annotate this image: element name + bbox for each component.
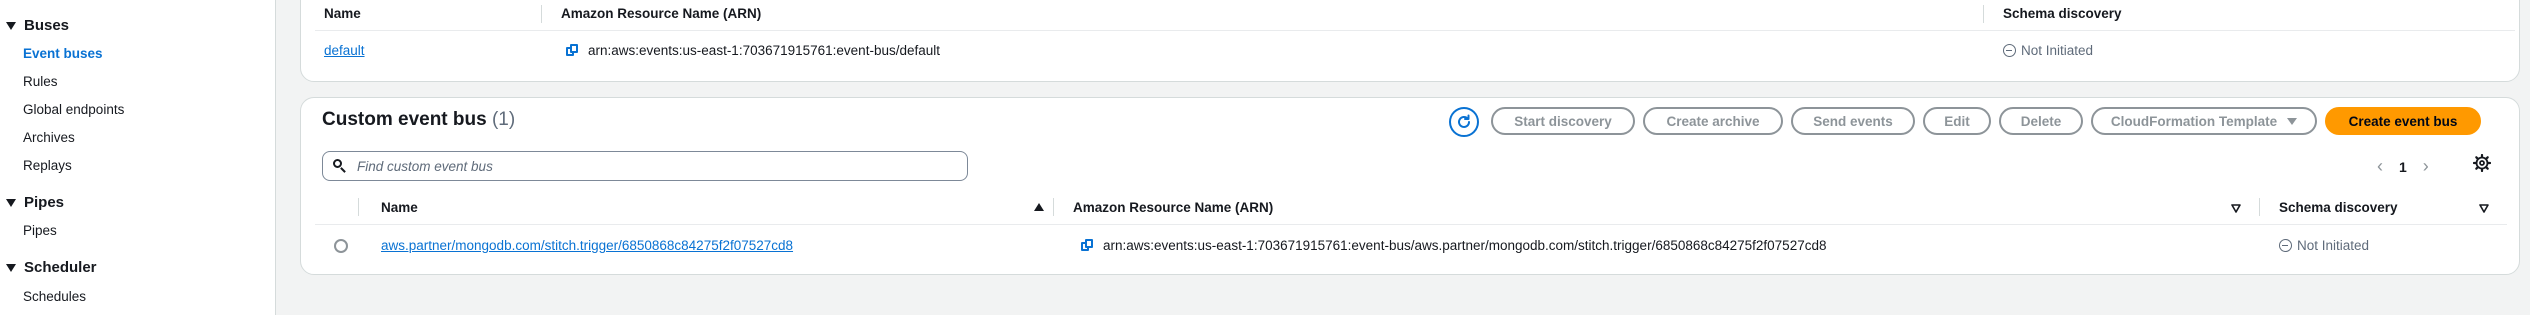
pagination: ‹ 1 › bbox=[2377, 156, 2429, 177]
arn-value: arn:aws:events:us-east-1:703671915761:ev… bbox=[588, 43, 940, 58]
column-divider bbox=[541, 5, 542, 23]
column-divider bbox=[1983, 5, 1984, 23]
column-header-schema[interactable]: Schema discovery bbox=[2279, 200, 2398, 215]
dropdown-triangle-icon bbox=[2287, 117, 2298, 125]
search-input-wrapper bbox=[322, 151, 968, 181]
sort-filter-icon[interactable] bbox=[2479, 204, 2489, 213]
section-label: Scheduler bbox=[24, 259, 97, 276]
sidebar-item-archives[interactable]: Archives bbox=[23, 130, 75, 145]
table-row: aws.partner/mongodb.com/stitch.trigger/6… bbox=[381, 238, 793, 253]
chevron-right-icon[interactable]: › bbox=[2423, 156, 2429, 177]
caret-down-icon bbox=[6, 263, 16, 272]
schema-status: Not Initiated bbox=[2003, 43, 2093, 58]
sort-ascending-icon[interactable] bbox=[1034, 203, 1044, 211]
section-pipes[interactable]: Pipes bbox=[6, 194, 64, 211]
row-select-radio[interactable] bbox=[334, 239, 348, 253]
side-navigation: Buses Event buses Rules Global endpoints… bbox=[0, 0, 276, 315]
table-row: default bbox=[324, 43, 365, 58]
arn-cell: arn:aws:events:us-east-1:703671915761:ev… bbox=[1081, 238, 1826, 253]
settings-gear-icon bbox=[2472, 153, 2492, 173]
panel-title-text: Custom event bus bbox=[322, 109, 487, 130]
section-label: Pipes bbox=[24, 194, 65, 211]
default-event-bus-panel: Name Amazon Resource Name (ARN) Schema d… bbox=[300, 0, 2520, 82]
refresh-icon bbox=[1458, 114, 1470, 128]
edit-button[interactable]: Edit bbox=[1923, 107, 1991, 135]
create-archive-button[interactable]: Create archive bbox=[1643, 107, 1783, 135]
custom-event-bus-panel: Custom event bus (1) Start discovery Cre… bbox=[300, 97, 2520, 275]
event-bus-name-link[interactable]: default bbox=[324, 43, 365, 58]
arn-value: arn:aws:events:us-east-1:703671915761:ev… bbox=[1103, 238, 1827, 253]
column-divider bbox=[358, 198, 359, 216]
sidebar-item-global-endpoints[interactable]: Global endpoints bbox=[23, 102, 124, 117]
status-not-initiated-icon bbox=[2279, 239, 2292, 252]
sidebar-item-pipes[interactable]: Pipes bbox=[23, 223, 57, 238]
header-divider bbox=[315, 224, 2507, 225]
event-bus-name-link[interactable]: aws.partner/mongodb.com/stitch.trigger/6… bbox=[381, 238, 793, 253]
sidebar-item-rules[interactable]: Rules bbox=[23, 74, 58, 89]
search-input[interactable] bbox=[355, 157, 939, 175]
copy-icon[interactable] bbox=[566, 44, 578, 57]
create-event-bus-button[interactable]: Create event bus bbox=[2325, 107, 2481, 135]
sort-filter-icon[interactable] bbox=[2231, 204, 2241, 213]
column-divider bbox=[2259, 198, 2260, 216]
panel-count: (1) bbox=[491, 109, 516, 130]
sidebar-item-event-buses[interactable]: Event buses bbox=[23, 46, 103, 61]
send-events-button[interactable]: Send events bbox=[1791, 107, 1915, 135]
column-divider bbox=[1053, 198, 1054, 216]
column-header-arn[interactable]: Amazon Resource Name (ARN) bbox=[1073, 200, 1273, 215]
page-number[interactable]: 1 bbox=[2399, 159, 2407, 175]
delete-button[interactable]: Delete bbox=[1999, 107, 2083, 135]
sidebar-item-schedules[interactable]: Schedules bbox=[23, 289, 86, 304]
schema-status-text: Not Initiated bbox=[2297, 238, 2370, 253]
section-buses[interactable]: Buses bbox=[6, 17, 69, 34]
schema-status: Not Initiated bbox=[2279, 238, 2369, 253]
arn-cell: arn:aws:events:us-east-1:703671915761:ev… bbox=[566, 43, 940, 58]
panel-title: Custom event bus (1) bbox=[322, 109, 515, 131]
column-header-arn: Amazon Resource Name (ARN) bbox=[561, 6, 762, 21]
cloudformation-template-dropdown[interactable]: CloudFormation Template bbox=[2091, 107, 2317, 135]
column-header-name[interactable]: Name bbox=[381, 200, 418, 215]
status-not-initiated-icon bbox=[2003, 44, 2016, 57]
start-discovery-button[interactable]: Start discovery bbox=[1491, 107, 1635, 135]
column-header-schema: Schema discovery bbox=[2003, 6, 2122, 21]
schema-status-text: Not Initiated bbox=[2021, 43, 2094, 58]
copy-icon[interactable] bbox=[1081, 239, 1093, 252]
column-header-name: Name bbox=[324, 6, 361, 21]
caret-down-icon bbox=[6, 21, 16, 30]
section-label: Buses bbox=[24, 17, 70, 34]
refresh-button[interactable] bbox=[1449, 107, 1479, 137]
section-scheduler[interactable]: Scheduler bbox=[6, 259, 97, 276]
settings-button[interactable] bbox=[2472, 153, 2492, 175]
caret-down-icon bbox=[6, 198, 16, 207]
dropdown-label: CloudFormation Template bbox=[2110, 113, 2278, 129]
chevron-left-icon[interactable]: ‹ bbox=[2377, 156, 2383, 177]
search-icon bbox=[333, 159, 347, 173]
sidebar-item-replays[interactable]: Replays bbox=[23, 158, 72, 173]
header-divider bbox=[315, 30, 2515, 31]
